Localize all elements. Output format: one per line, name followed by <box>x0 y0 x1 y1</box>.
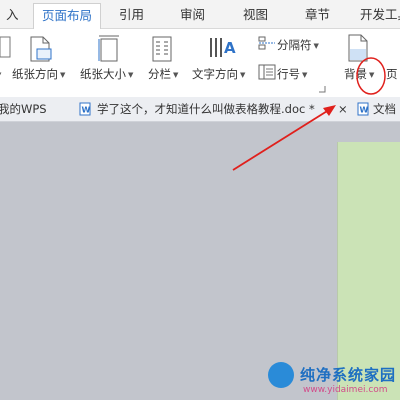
annotation-overlay <box>232 57 386 171</box>
highlight-circle <box>356 57 386 95</box>
pointer-arrowhead <box>323 105 336 116</box>
pointer-arrow <box>232 107 333 171</box>
